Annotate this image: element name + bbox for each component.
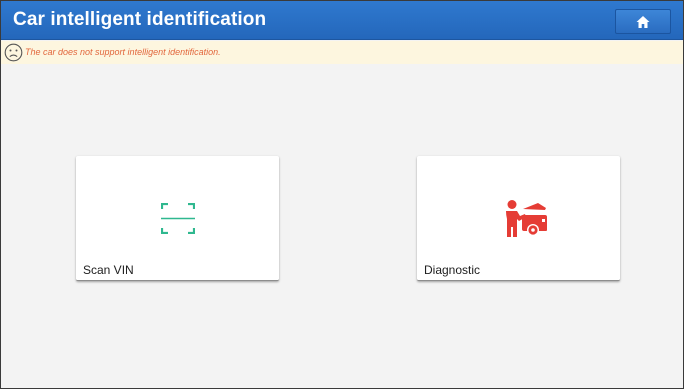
home-icon (636, 15, 650, 28)
scan-vin-card[interactable]: Scan VIN (76, 156, 279, 281)
notice-message: The car does not support intelligent ide… (25, 47, 221, 57)
sad-face-icon (4, 43, 23, 62)
mechanic-car-icon (506, 200, 547, 237)
notice-bar: The car does not support intelligent ide… (1, 41, 683, 64)
app-window: Car intelligent identification The car d… (0, 0, 684, 389)
page-title: Car intelligent identification (13, 9, 267, 30)
diagnostic-label: Diagnostic (424, 263, 481, 277)
title-bar: Car intelligent identification (1, 1, 683, 40)
diagnostic-card[interactable]: Diagnostic (417, 156, 620, 281)
scan-vin-label: Scan VIN (83, 263, 134, 277)
home-button[interactable] (615, 9, 671, 34)
scan-frame-icon (161, 203, 195, 234)
